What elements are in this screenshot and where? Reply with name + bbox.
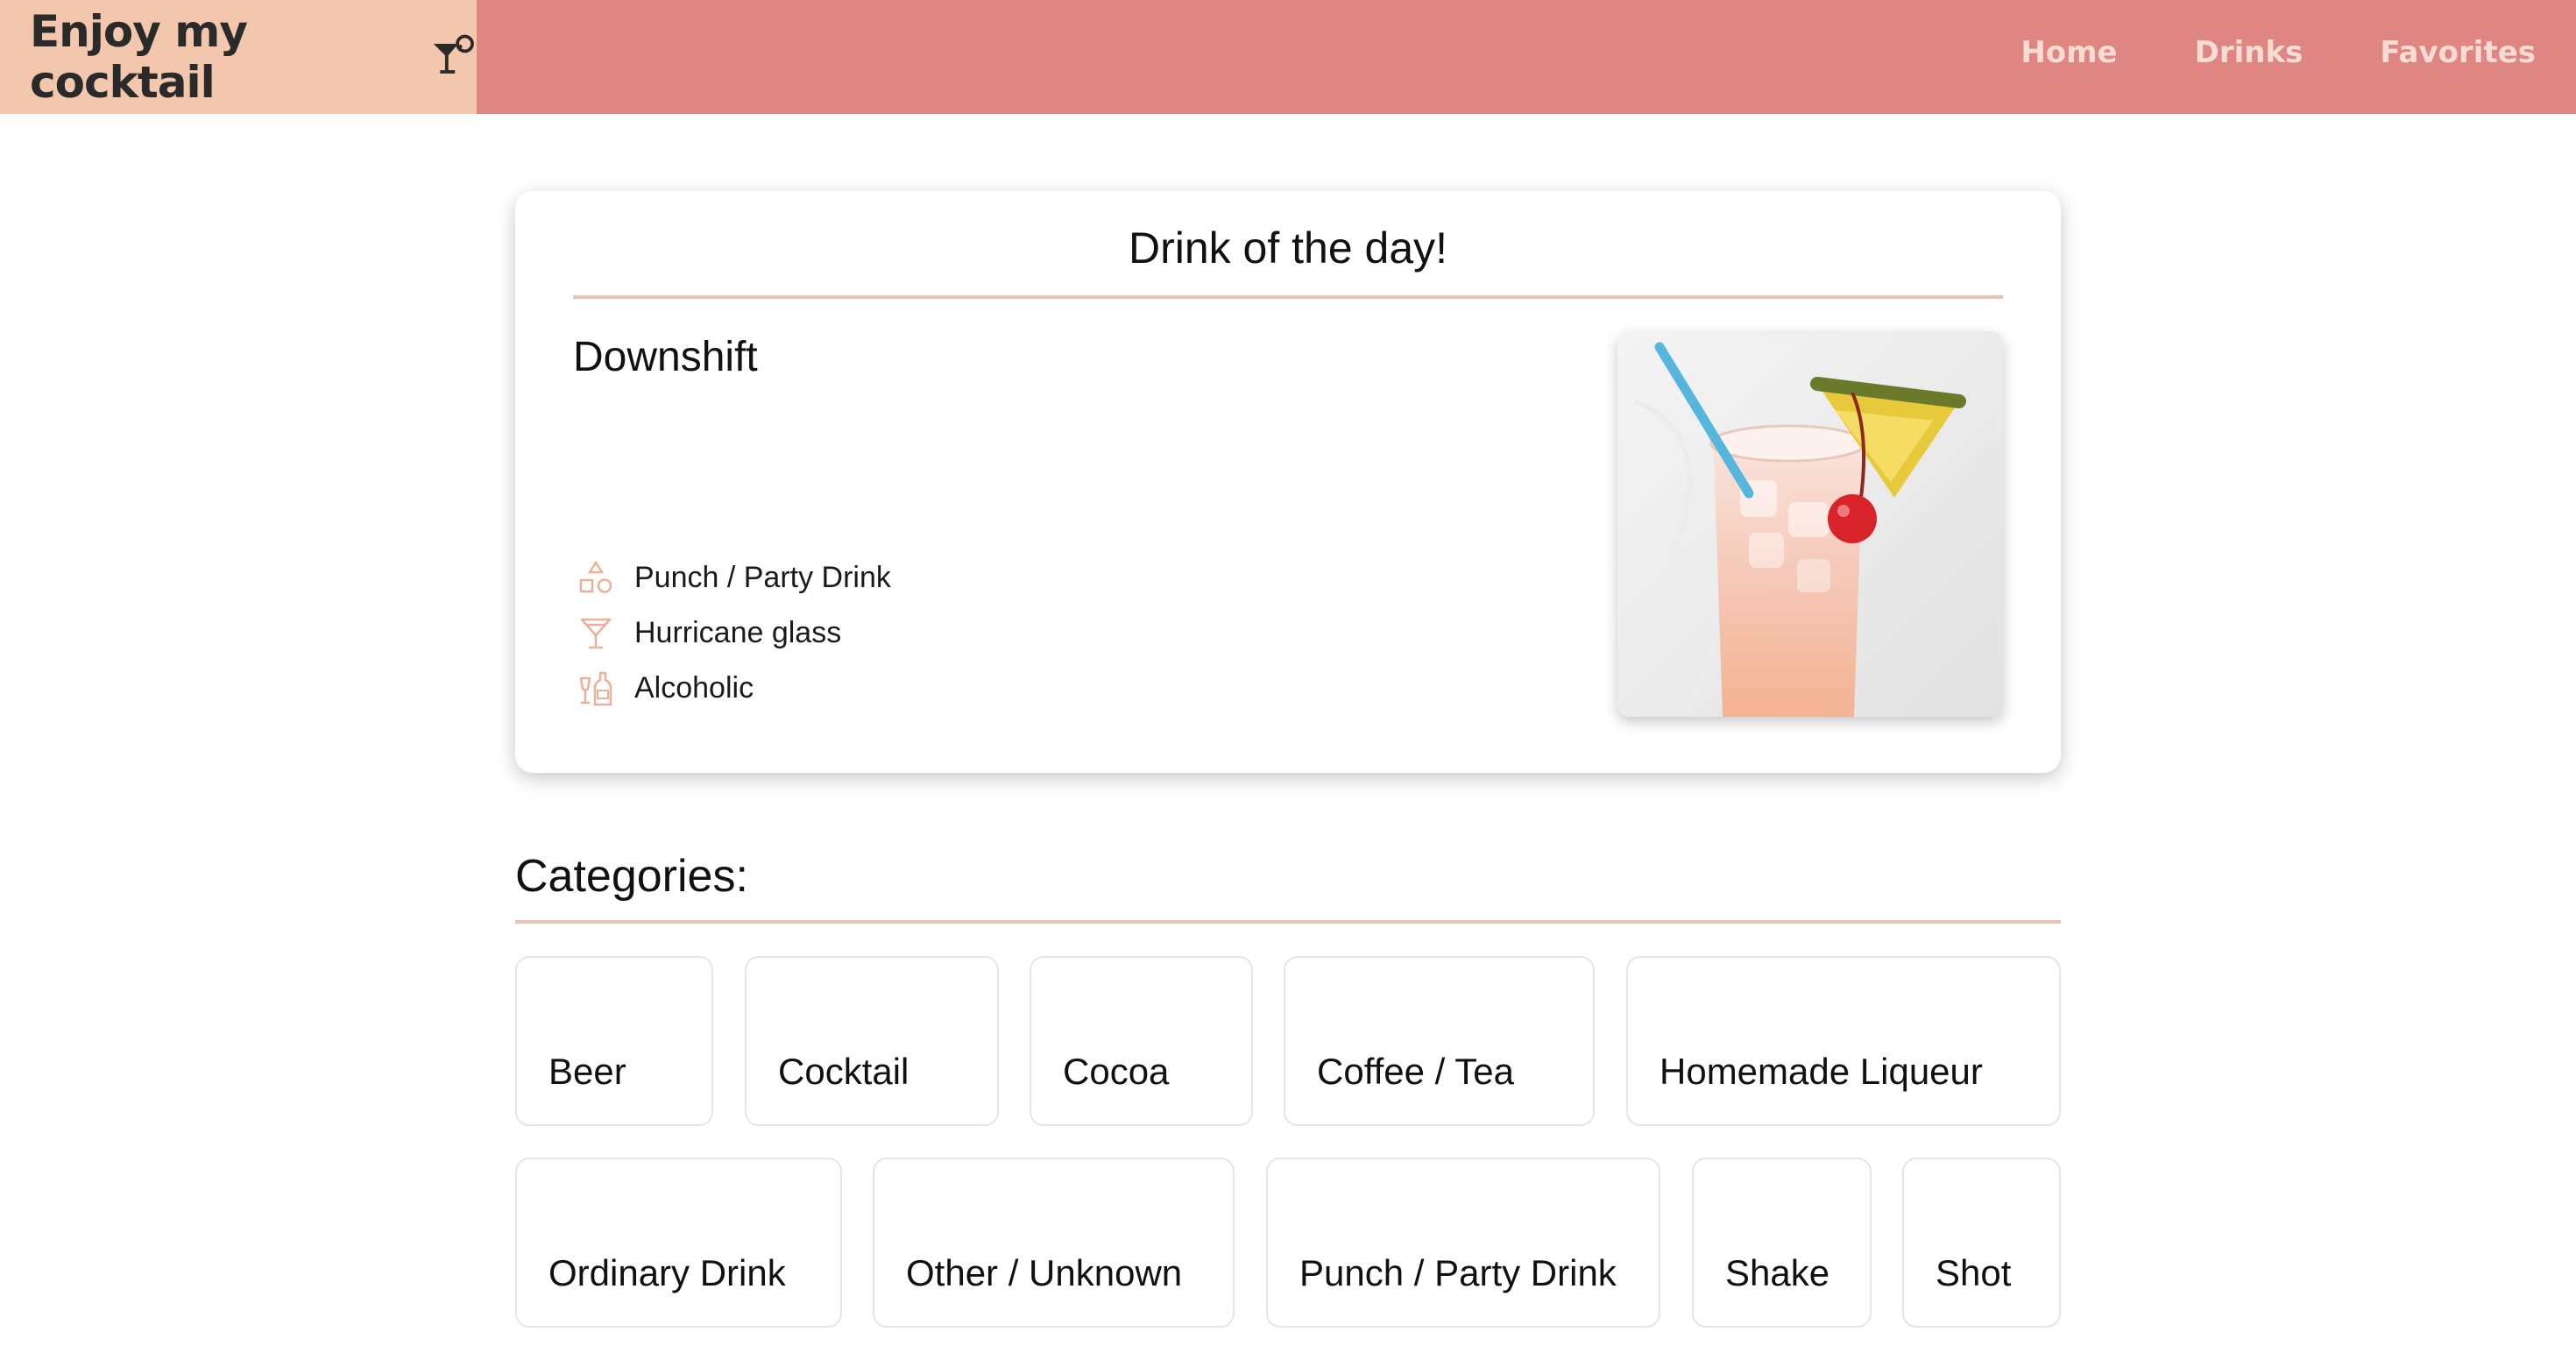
category-chip-beer[interactable]: Beer [515,956,713,1126]
category-chip-punch-party-drink[interactable]: Punch / Party Drink [1266,1158,1660,1328]
category-label: Ordinary Drink [548,1252,786,1293]
category-label: Shake [1725,1252,1830,1293]
top-navigation-bar: Enjoy my cocktail Home Drinks Favorites [0,0,2576,114]
cocktail-glass-icon [434,34,475,74]
category-chip-other-unknown[interactable]: Other / Unknown [873,1158,1235,1328]
shapes-icon [579,560,612,593]
category-chip-shot[interactable]: Shot [1902,1158,2061,1328]
category-chip-shake[interactable]: Shake [1692,1158,1872,1328]
drink-category: Punch / Party Drink [634,561,891,594]
drink-name: Downshift [573,334,758,380]
bottle-glass-icon [579,671,612,705]
drink-alcoholic: Alcoholic [634,671,754,705]
categories-divider [515,920,2061,924]
nav-home[interactable]: Home [2020,35,2117,70]
drink-of-day-card[interactable]: Drink of the day! Downshift Punch / Part… [515,191,2061,773]
category-chip-homemade-liqueur[interactable]: Homemade Liqueur [1626,956,2061,1126]
nav-favorites[interactable]: Favorites [2380,35,2536,70]
categories-heading: Categories: [515,851,748,902]
main-nav: Home Drinks Favorites [2020,0,2576,105]
cocktail-photo[interactable] [1617,331,2003,717]
drink-glass-row: Hurricane glass [577,606,891,661]
category-chip-coffee-tea[interactable]: Coffee / Tea [1284,956,1595,1126]
drink-category-row: Punch / Party Drink [577,550,891,606]
category-label: Cocktail [778,1051,909,1092]
drink-meta-list: Punch / Party Drink Hurricane glass Alco… [577,550,891,716]
drink-glass: Hurricane glass [634,616,842,649]
category-label: Coffee / Tea [1317,1051,1514,1092]
category-label: Beer [548,1051,626,1092]
nav-drinks[interactable]: Drinks [2195,35,2304,70]
drink-of-day-heading: Drink of the day! [1128,223,1448,273]
brand-title: Enjoy my cocktail [30,6,248,108]
category-chip-ordinary-drink[interactable]: Ordinary Drink [515,1158,842,1328]
heading-divider [573,295,2003,299]
category-chip-cocoa[interactable]: Cocoa [1030,956,1253,1126]
category-label: Cocoa [1063,1051,1170,1092]
martini-glass-icon [580,618,612,648]
category-label: Shot [1936,1252,2012,1293]
category-chip-cocktail[interactable]: Cocktail [745,956,999,1126]
category-label: Other / Unknown [906,1252,1183,1293]
category-label: Homemade Liqueur [1660,1051,1983,1092]
category-label: Punch / Party Drink [1299,1252,1617,1293]
brand[interactable]: Enjoy my cocktail [0,0,477,114]
drink-alcoholic-row: Alcoholic [577,661,891,716]
